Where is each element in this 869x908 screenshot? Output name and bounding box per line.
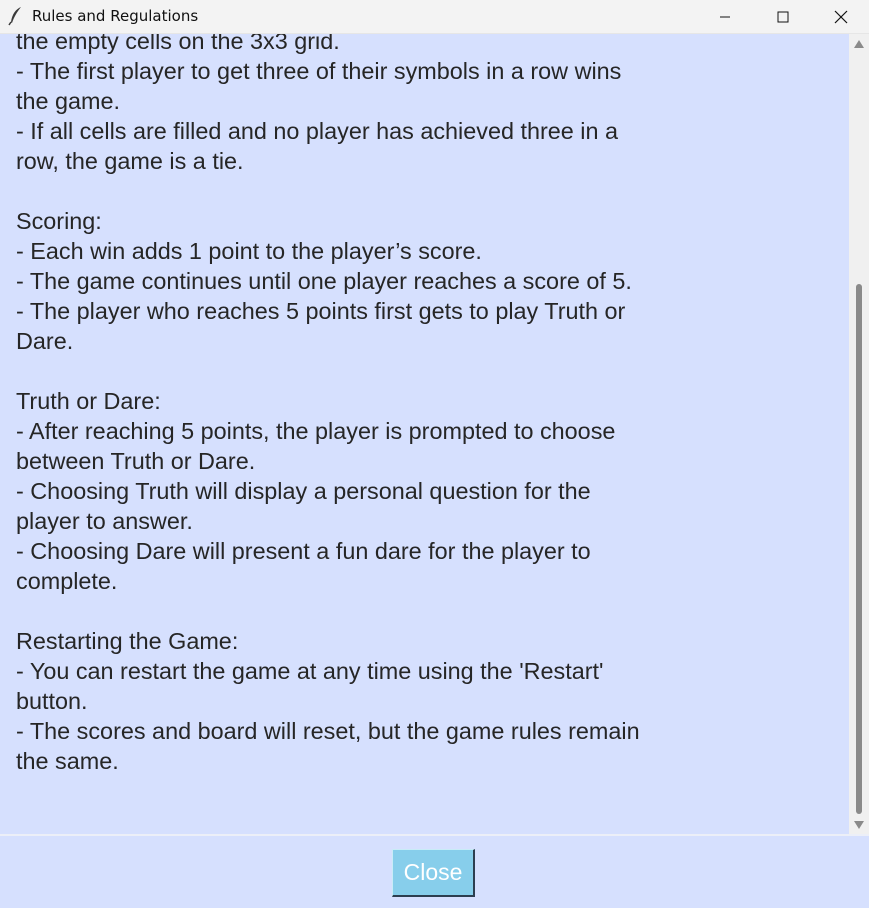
feather-icon bbox=[8, 7, 21, 26]
divider bbox=[0, 834, 869, 836]
scroll-up-arrow-icon[interactable] bbox=[854, 40, 864, 48]
maximize-button[interactable] bbox=[754, 0, 812, 33]
minimize-button[interactable] bbox=[696, 0, 754, 33]
rules-text: the empty cells on the 3x3 grid. - The f… bbox=[16, 34, 640, 774]
scroll-thumb[interactable] bbox=[856, 284, 862, 814]
close-icon bbox=[834, 10, 848, 23]
minimize-icon bbox=[720, 16, 730, 17]
vertical-scrollbar[interactable] bbox=[849, 34, 869, 834]
window-title: Rules and Regulations bbox=[32, 7, 199, 25]
rules-text-area[interactable]: the empty cells on the 3x3 grid. - The f… bbox=[0, 34, 848, 834]
window-close-button[interactable] bbox=[812, 0, 869, 33]
maximize-icon bbox=[777, 11, 789, 22]
close-button[interactable]: Close bbox=[392, 849, 475, 897]
rules-window: Rules and Regulations the empty cells on… bbox=[0, 0, 869, 908]
scroll-down-arrow-icon[interactable] bbox=[854, 821, 864, 829]
title-bar[interactable]: Rules and Regulations bbox=[0, 0, 869, 34]
